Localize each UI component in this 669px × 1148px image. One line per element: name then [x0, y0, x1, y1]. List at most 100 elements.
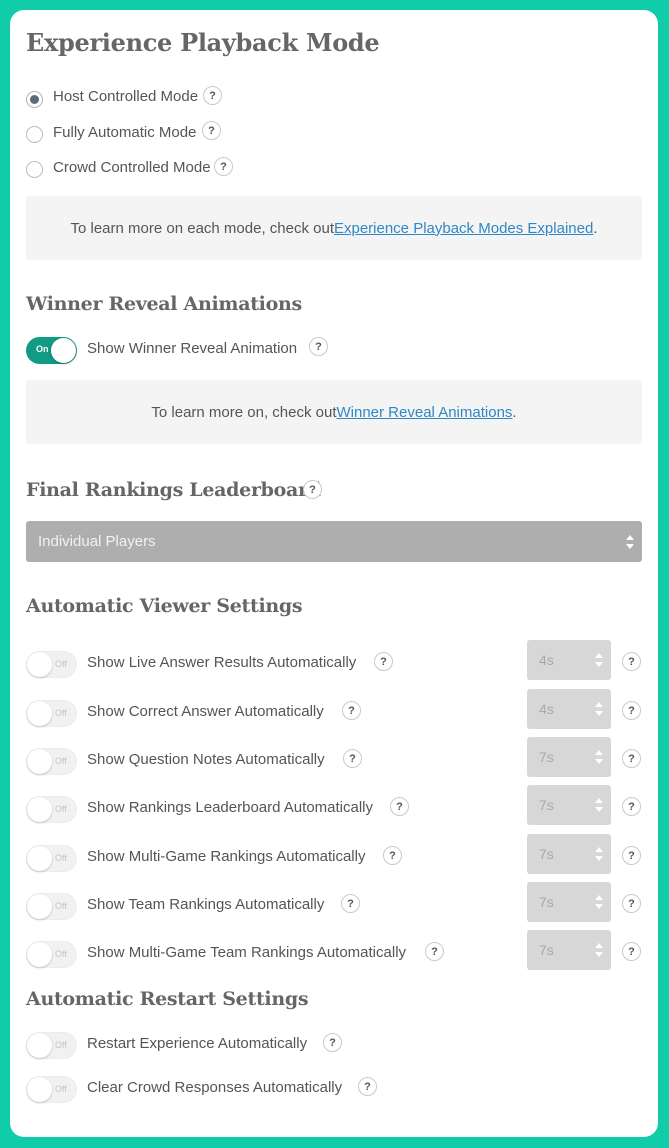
viewer-delay-select[interactable]: 4s: [527, 689, 611, 729]
viewer-settings-heading: Automatic Viewer Settings: [26, 595, 303, 617]
page-title: Experience Playback Mode: [26, 28, 380, 57]
final-rankings-selected: Individual Players: [38, 533, 156, 550]
viewer-setting-label: Show Rankings Leaderboard Automatically: [87, 799, 374, 816]
toggle-knob: [27, 797, 52, 822]
help-icon[interactable]: ?: [342, 701, 361, 720]
help-icon[interactable]: ?: [622, 652, 641, 671]
select-arrows-icon: [626, 534, 634, 549]
radio-host-controlled[interactable]: [26, 91, 43, 108]
viewer-toggle[interactable]: Off: [26, 651, 77, 678]
toggle-off-text: Off: [55, 949, 67, 959]
viewer-delay-value: 7s: [539, 797, 554, 813]
winner-reveal-link[interactable]: Winner Reveal Animations: [337, 404, 513, 421]
toggle-knob: [27, 749, 52, 774]
toggle-off-text: Off: [55, 804, 67, 814]
viewer-toggle[interactable]: Off: [26, 748, 77, 775]
winner-info-box: To learn more on, check out Winner Revea…: [26, 380, 642, 444]
viewer-toggle[interactable]: Off: [26, 845, 77, 872]
help-icon[interactable]: ?: [303, 480, 322, 499]
toggle-off-text: Off: [55, 1084, 67, 1094]
help-icon[interactable]: ?: [622, 797, 641, 816]
final-rankings-select[interactable]: Individual Players: [26, 521, 642, 562]
viewer-delay-value: 4s: [539, 652, 554, 668]
radio-fully-automatic[interactable]: [26, 126, 43, 143]
viewer-toggle[interactable]: Off: [26, 700, 77, 727]
viewer-delay-select[interactable]: 7s: [527, 930, 611, 970]
viewer-delay-value: 7s: [539, 846, 554, 862]
viewer-setting-label: Show Question Notes Automatically: [87, 751, 325, 768]
help-icon[interactable]: ?: [390, 797, 409, 816]
radio-label-fully-automatic[interactable]: Fully Automatic Mode: [53, 124, 196, 141]
viewer-toggle[interactable]: Off: [26, 893, 77, 920]
viewer-delay-value: 7s: [539, 942, 554, 958]
restart-setting-label: Clear Crowd Responses Automatically: [87, 1079, 343, 1096]
restart-setting-label: Restart Experience Automatically: [87, 1035, 308, 1052]
toggle-off-text: Off: [55, 1040, 67, 1050]
help-icon[interactable]: ?: [343, 749, 362, 768]
toggle-off-text: Off: [55, 901, 67, 911]
winner-reveal-heading: Winner Reveal Animations: [26, 293, 302, 315]
select-arrows-icon: [595, 895, 603, 909]
radio-label-host-controlled[interactable]: Host Controlled Mode: [53, 88, 198, 105]
toggle-knob: [51, 338, 76, 363]
toggle-knob: [27, 1033, 52, 1058]
viewer-delay-value: 7s: [539, 894, 554, 910]
viewer-setting-label: Show Multi-Game Team Rankings Automatica…: [87, 944, 407, 961]
toggle-off-text: Off: [55, 708, 67, 718]
viewer-delay-select[interactable]: 7s: [527, 882, 611, 922]
help-icon[interactable]: ?: [358, 1077, 377, 1096]
viewer-delay-value: 4s: [539, 701, 554, 717]
playback-modes-link[interactable]: Experience Playback Modes Explained: [334, 220, 593, 237]
help-icon[interactable]: ?: [323, 1033, 342, 1052]
help-icon[interactable]: ?: [425, 942, 444, 961]
select-arrows-icon: [595, 943, 603, 957]
radio-crowd-controlled[interactable]: [26, 161, 43, 178]
help-icon[interactable]: ?: [383, 846, 402, 865]
viewer-toggle[interactable]: Off: [26, 796, 77, 823]
viewer-setting-label: Show Team Rankings Automatically: [87, 896, 325, 913]
help-icon[interactable]: ?: [309, 337, 328, 356]
radio-label-crowd-controlled[interactable]: Crowd Controlled Mode: [53, 159, 211, 176]
restart-toggle[interactable]: Off: [26, 1076, 77, 1103]
viewer-delay-select[interactable]: 4s: [527, 640, 611, 680]
restart-toggle[interactable]: Off: [26, 1032, 77, 1059]
help-icon[interactable]: ?: [203, 86, 222, 105]
select-arrows-icon: [595, 798, 603, 812]
help-icon[interactable]: ?: [622, 942, 641, 961]
toggle-on-text: On: [36, 344, 49, 354]
viewer-delay-select[interactable]: 7s: [527, 834, 611, 874]
help-icon[interactable]: ?: [341, 894, 360, 913]
toggle-off-text: Off: [55, 853, 67, 863]
select-arrows-icon: [595, 847, 603, 861]
winner-reveal-toggle[interactable]: On: [26, 337, 77, 364]
help-icon[interactable]: ?: [622, 894, 641, 913]
winner-reveal-label: Show Winner Reveal Animation: [87, 340, 298, 357]
viewer-delay-select[interactable]: 7s: [527, 737, 611, 777]
viewer-setting-label: Show Live Answer Results Automatically: [87, 654, 357, 671]
winner-info-text: To learn more on, check out: [151, 403, 337, 421]
toggle-off-text: Off: [55, 756, 67, 766]
select-arrows-icon: [595, 750, 603, 764]
toggle-off-text: Off: [55, 659, 67, 669]
help-icon[interactable]: ?: [622, 846, 641, 865]
viewer-toggle[interactable]: Off: [26, 941, 77, 968]
help-icon[interactable]: ?: [214, 157, 233, 176]
toggle-knob: [27, 894, 52, 919]
toggle-knob: [27, 942, 52, 967]
help-icon[interactable]: ?: [374, 652, 393, 671]
restart-settings-heading: Automatic Restart Settings: [26, 988, 309, 1010]
playback-info-box: To learn more on each mode, check out Ex…: [26, 196, 642, 260]
playback-info-text: To learn more on each mode, check out: [70, 219, 334, 237]
viewer-delay-select[interactable]: 7s: [527, 785, 611, 825]
viewer-setting-label: Show Correct Answer Automatically: [87, 703, 324, 720]
help-icon[interactable]: ?: [202, 121, 221, 140]
toggle-knob: [27, 652, 52, 677]
final-rankings-heading: Final Rankings Leaderboard: [26, 479, 321, 501]
toggle-knob: [27, 846, 52, 871]
select-arrows-icon: [595, 702, 603, 716]
winner-info-suffix: .: [512, 403, 517, 421]
select-arrows-icon: [595, 653, 603, 667]
help-icon[interactable]: ?: [622, 701, 641, 720]
viewer-delay-value: 7s: [539, 749, 554, 765]
help-icon[interactable]: ?: [622, 749, 641, 768]
